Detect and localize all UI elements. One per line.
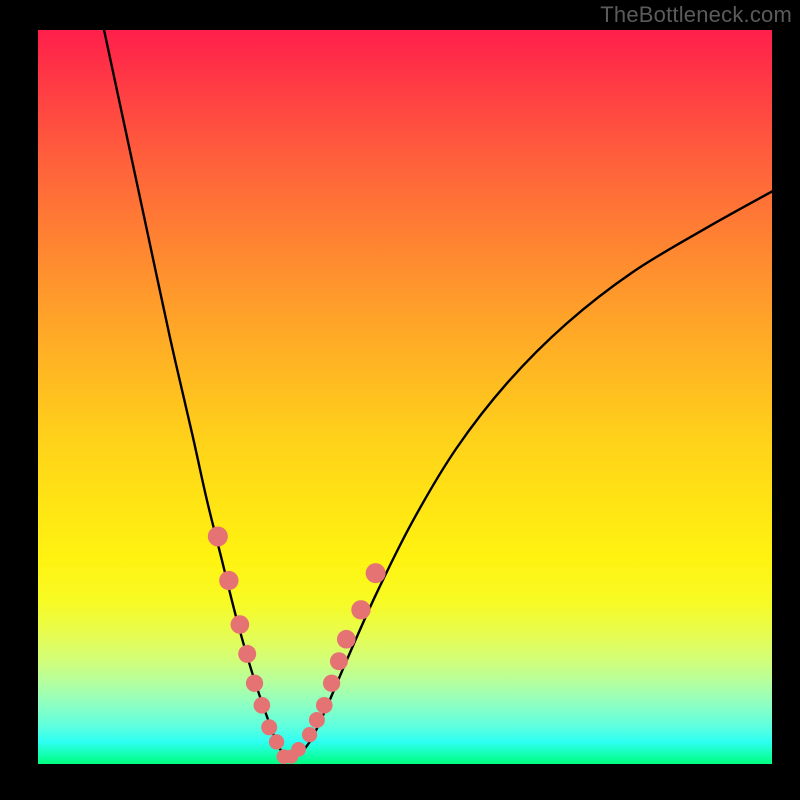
highlight-marker	[366, 563, 386, 583]
highlight-marker	[208, 526, 228, 546]
highlight-marker	[351, 600, 370, 619]
highlight-marker	[291, 742, 306, 757]
markers-group	[208, 526, 386, 764]
highlight-marker	[219, 571, 238, 590]
curve-svg	[38, 30, 772, 764]
highlight-marker	[269, 734, 284, 749]
highlight-marker	[309, 712, 325, 728]
highlight-marker	[330, 652, 348, 670]
highlight-marker	[302, 727, 317, 742]
highlight-marker	[323, 675, 340, 692]
highlight-marker	[246, 675, 263, 692]
highlight-marker	[238, 645, 256, 663]
highlight-marker	[231, 615, 250, 634]
highlight-marker	[337, 630, 356, 649]
highlight-marker	[316, 697, 333, 714]
bottleneck-curve-path	[104, 30, 772, 757]
highlight-marker	[261, 719, 277, 735]
curve-group	[104, 30, 772, 757]
attribution-text: TheBottleneck.com	[600, 2, 792, 28]
chart-outer: TheBottleneck.com	[0, 0, 800, 800]
plot-gradient-area	[38, 30, 772, 764]
highlight-marker	[254, 697, 271, 714]
